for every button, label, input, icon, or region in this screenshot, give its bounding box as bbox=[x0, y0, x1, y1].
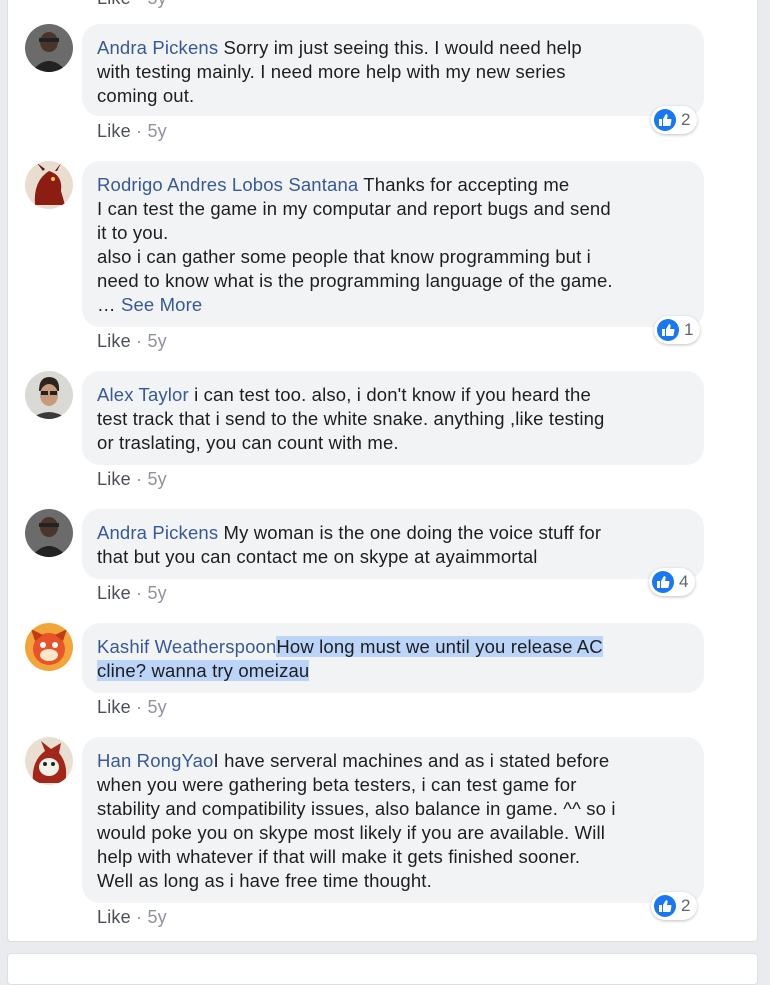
comment-bubble: Andra Pickens My woman is the one doing … bbox=[82, 509, 704, 579]
like-link[interactable]: Like bbox=[97, 469, 131, 489]
avatar[interactable] bbox=[25, 24, 73, 72]
timestamp[interactable]: 5y bbox=[147, 121, 166, 141]
comment-bubble: Han RongYaoI have serveral machines and … bbox=[82, 737, 704, 903]
avatar[interactable] bbox=[25, 623, 73, 671]
reaction-count[interactable]: 4 bbox=[649, 568, 696, 596]
timestamp[interactable]: 5y bbox=[147, 469, 166, 489]
like-thumbs-up-icon bbox=[657, 319, 679, 341]
like-link[interactable]: Like bbox=[97, 0, 131, 8]
comment-author[interactable]: Han RongYao bbox=[97, 750, 214, 771]
comment-bubble: Andra Pickens Sorry im just seeing this.… bbox=[82, 24, 704, 116]
comment-author[interactable]: Alex Taylor bbox=[97, 384, 189, 405]
comment-text: I have serveral machines and as i stated… bbox=[97, 750, 616, 891]
comment-author[interactable]: Kashif Weatherspoon bbox=[97, 636, 276, 657]
timestamp[interactable]: 5y bbox=[147, 0, 166, 8]
next-card bbox=[7, 953, 758, 985]
comment-bubble: Rodrigo Andres Lobos Santana Thanks for … bbox=[82, 161, 704, 327]
like-thumbs-up-icon bbox=[654, 895, 676, 917]
like-link[interactable]: Like bbox=[97, 907, 131, 927]
like-thumbs-up-icon bbox=[652, 571, 674, 593]
avatar[interactable] bbox=[25, 161, 73, 209]
comment-bubble: Kashif WeatherspoonHow long must we unti… bbox=[82, 623, 704, 693]
like-link[interactable]: Like bbox=[97, 121, 131, 141]
comment-meta: Like · 5y bbox=[97, 583, 167, 603]
timestamp[interactable]: 5y bbox=[147, 697, 166, 717]
timestamp[interactable]: 5y bbox=[147, 583, 166, 603]
comment-meta: Like · 5y bbox=[97, 121, 167, 141]
see-more-link[interactable]: See More bbox=[121, 294, 202, 315]
like-link[interactable]: Like bbox=[97, 697, 131, 717]
avatar[interactable] bbox=[25, 737, 73, 785]
comment-text-selected: How long must we until you release AC bbox=[276, 636, 603, 657]
comment-author[interactable]: Rodrigo Andres Lobos Santana bbox=[97, 174, 358, 195]
like-thumbs-up-icon bbox=[654, 109, 676, 131]
comment-meta: Like · 5y bbox=[97, 907, 167, 927]
reaction-count[interactable]: 2 bbox=[651, 106, 698, 134]
avatar[interactable] bbox=[25, 371, 73, 419]
comment-author[interactable]: Andra Pickens bbox=[97, 522, 218, 543]
like-link[interactable]: Like bbox=[97, 583, 131, 603]
previous-comment-meta: Like · 5y bbox=[97, 0, 167, 9]
comment-text-selected: cline? wanna try omeizau bbox=[97, 660, 310, 681]
comment-meta: Like · 5y bbox=[97, 469, 167, 489]
comment-author[interactable]: Andra Pickens bbox=[97, 37, 218, 58]
reaction-count[interactable]: 2 bbox=[651, 892, 698, 920]
timestamp[interactable]: 5y bbox=[147, 907, 166, 927]
avatar[interactable] bbox=[25, 509, 73, 557]
like-link[interactable]: Like bbox=[97, 331, 131, 351]
comment-bubble: Alex Taylor i can test too. also, i don'… bbox=[82, 371, 704, 465]
comment-meta: Like · 5y bbox=[97, 697, 167, 717]
reaction-count[interactable]: 1 bbox=[654, 316, 701, 344]
timestamp[interactable]: 5y bbox=[147, 331, 166, 351]
comment-meta: Like · 5y bbox=[97, 331, 167, 351]
